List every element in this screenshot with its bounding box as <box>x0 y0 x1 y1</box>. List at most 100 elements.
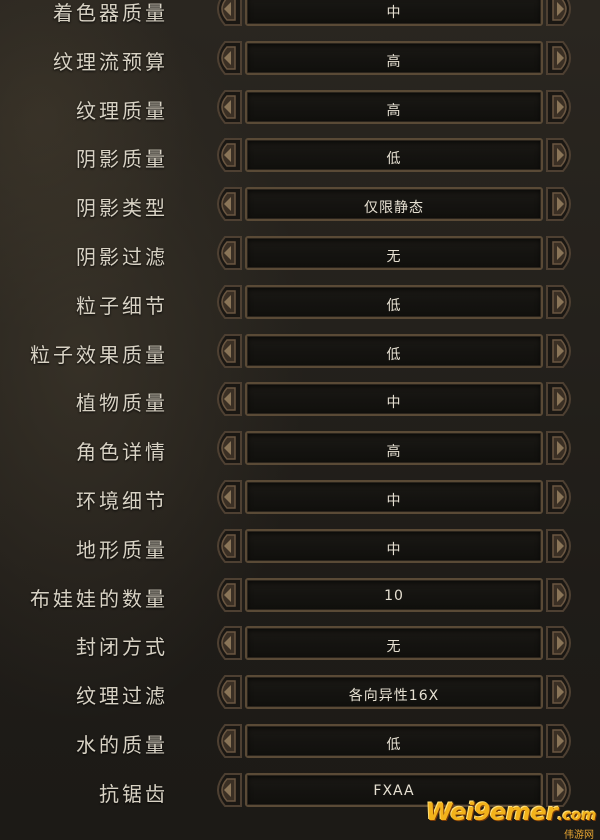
setting-label: 纹理流预算 <box>53 49 168 74</box>
setting-value: 低 <box>386 151 402 168</box>
next-option-arrow-icon[interactable] <box>545 723 583 759</box>
setting-label: 抗锯齿 <box>99 781 168 806</box>
setting-row: 植物质量 中 <box>0 375 600 424</box>
setting-value-box[interactable]: 低 <box>245 333 543 368</box>
setting-label: 阴影类型 <box>76 196 168 221</box>
setting-row: 封闭方式 无 <box>0 619 600 668</box>
setting-value: 低 <box>386 297 402 314</box>
setting-value-box[interactable]: 高 <box>245 431 543 466</box>
previous-option-arrow-icon[interactable] <box>205 479 243 515</box>
setting-value-box[interactable]: 各向异性16X <box>245 675 543 710</box>
setting-row: 阴影质量 低 <box>0 131 600 180</box>
setting-value: 高 <box>386 444 402 461</box>
previous-option-arrow-icon[interactable] <box>205 381 243 417</box>
graphics-settings-list: 着色器质量中纹理流预算高纹理质量高阴影质量低阴影类型 仅限静态 阴影过滤无粒子细节低… <box>0 0 600 840</box>
setting-label: 水的质量 <box>76 733 168 757</box>
setting-row: 环境细节 中 <box>0 473 600 522</box>
previous-option-arrow-icon[interactable] <box>205 772 243 808</box>
setting-row: 纹理过滤 各向异性16X <box>0 668 600 717</box>
setting-value: 仅限静态 <box>364 200 424 217</box>
next-option-arrow-icon[interactable] <box>545 674 583 710</box>
setting-value: 各向异性16X <box>348 688 440 705</box>
setting-label: 纹理质量 <box>76 98 168 123</box>
next-option-arrow-icon[interactable] <box>545 381 583 417</box>
setting-value-box[interactable]: 高 <box>245 40 543 75</box>
setting-label: 角色详情 <box>76 440 168 465</box>
previous-option-arrow-icon[interactable] <box>205 577 243 613</box>
next-option-arrow-icon[interactable] <box>545 577 583 613</box>
previous-option-arrow-icon[interactable] <box>205 0 243 27</box>
previous-option-arrow-icon[interactable] <box>205 723 243 759</box>
setting-value: 高 <box>386 102 402 119</box>
setting-value-box[interactable]: 中 <box>245 480 543 514</box>
setting-label: 环境细节 <box>76 489 168 513</box>
next-option-arrow-icon[interactable] <box>545 528 583 564</box>
setting-row: 水的质量 低 <box>0 717 600 766</box>
previous-option-arrow-icon[interactable] <box>205 430 243 466</box>
setting-value-box[interactable]: 中 <box>245 528 543 563</box>
setting-value-box[interactable]: 无 <box>245 236 543 270</box>
setting-row: 纹理流预算 高 <box>0 34 600 83</box>
previous-option-arrow-icon[interactable] <box>205 625 243 661</box>
setting-row: 地形质量 中 <box>0 522 600 571</box>
previous-option-arrow-icon[interactable] <box>205 186 243 222</box>
setting-value: 无 <box>386 249 402 265</box>
setting-row: 粒子细节 低 <box>0 278 600 327</box>
next-option-arrow-icon[interactable] <box>545 40 583 76</box>
setting-label: 粒子效果质量 <box>30 342 168 367</box>
setting-label: 阴影过滤 <box>76 245 168 269</box>
setting-row: 阴影过滤 无 <box>0 229 600 278</box>
setting-value: 中 <box>386 5 402 21</box>
next-option-arrow-icon[interactable] <box>545 0 583 27</box>
setting-label: 植物质量 <box>76 391 168 416</box>
setting-value-box[interactable]: 高 <box>245 89 543 124</box>
next-option-arrow-icon[interactable] <box>545 284 583 320</box>
setting-label: 阴影质量 <box>76 147 168 172</box>
previous-option-arrow-icon[interactable] <box>205 333 243 369</box>
setting-label: 封闭方式 <box>76 635 168 660</box>
setting-label: 布娃娃的数量 <box>30 586 168 611</box>
setting-value: 中 <box>386 541 402 558</box>
next-option-arrow-icon[interactable] <box>545 625 583 661</box>
next-option-arrow-icon[interactable] <box>545 479 583 515</box>
setting-value-box[interactable]: 中 <box>245 0 543 26</box>
setting-value-box[interactable]: 无 <box>245 626 543 661</box>
next-option-arrow-icon[interactable] <box>545 186 583 222</box>
setting-row: 阴影类型 仅限静态 <box>0 180 600 229</box>
setting-value: 高 <box>386 53 402 70</box>
next-option-arrow-icon[interactable] <box>545 235 583 271</box>
watermark-subtext: 伟游网 <box>564 830 594 840</box>
setting-label: 着色器质量 <box>53 1 168 25</box>
previous-option-arrow-icon[interactable] <box>205 284 243 320</box>
setting-value-box[interactable]: 10 <box>245 577 543 612</box>
previous-option-arrow-icon[interactable] <box>205 235 243 271</box>
watermark-logo: Wei9emer.com <box>425 798 597 826</box>
setting-value: 10 <box>384 587 404 604</box>
setting-label: 粒子细节 <box>76 293 168 318</box>
next-option-arrow-icon[interactable] <box>545 333 583 369</box>
setting-value: 低 <box>386 346 402 363</box>
setting-value: 无 <box>386 639 402 656</box>
setting-row: 角色详情 高 <box>0 424 600 473</box>
site-watermark: Wei9emer.com 伟游网 <box>426 798 597 840</box>
setting-label: 地形质量 <box>76 537 168 562</box>
setting-label: 纹理过滤 <box>76 684 168 709</box>
previous-option-arrow-icon[interactable] <box>205 137 243 173</box>
setting-value-box[interactable]: 低 <box>245 724 543 758</box>
previous-option-arrow-icon[interactable] <box>205 89 243 125</box>
setting-row: 布娃娃的数量 10 <box>0 571 600 620</box>
previous-option-arrow-icon[interactable] <box>205 674 243 710</box>
setting-value: 中 <box>386 395 402 412</box>
setting-value: 中 <box>386 493 402 509</box>
setting-value-box[interactable]: 仅限静态 <box>245 187 543 222</box>
setting-value-box[interactable]: 低 <box>245 138 543 173</box>
setting-row: 纹理质量 高 <box>0 83 600 132</box>
next-option-arrow-icon[interactable] <box>545 137 583 173</box>
previous-option-arrow-icon[interactable] <box>205 528 243 564</box>
setting-value-box[interactable]: 中 <box>245 382 543 417</box>
setting-value-box[interactable]: 低 <box>245 284 543 319</box>
previous-option-arrow-icon[interactable] <box>205 40 243 76</box>
next-option-arrow-icon[interactable] <box>545 89 583 125</box>
next-option-arrow-icon[interactable] <box>545 430 583 466</box>
setting-value: 低 <box>386 737 402 753</box>
